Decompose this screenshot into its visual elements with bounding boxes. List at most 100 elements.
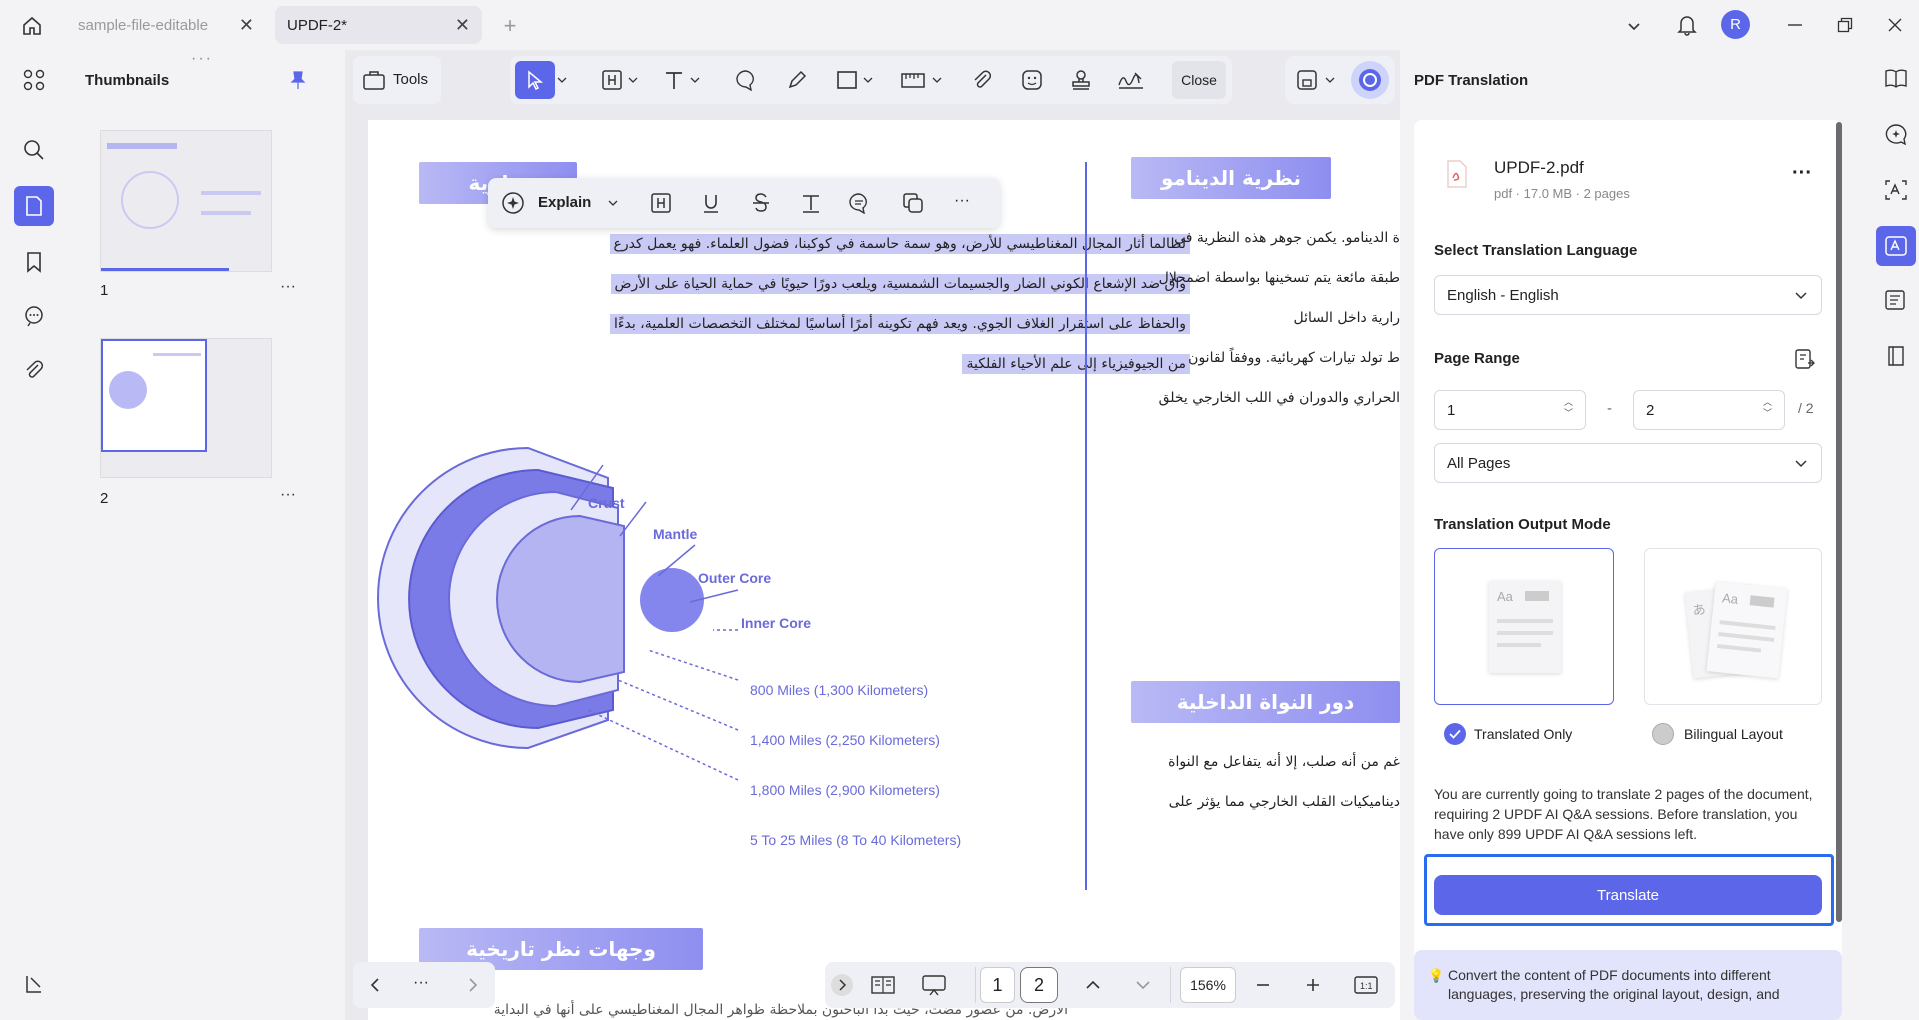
select-cursor-icon[interactable]: [515, 61, 555, 99]
chevron-up-icon[interactable]: [1080, 972, 1106, 998]
translate-icon[interactable]: [1876, 226, 1916, 266]
more-icon[interactable]: ···: [954, 192, 970, 210]
form-icon[interactable]: [1880, 284, 1912, 316]
tip-text: Convert the content of PDF documents int…: [1448, 967, 1780, 1002]
more-icon[interactable]: ···: [413, 974, 429, 992]
comment-icon[interactable]: [732, 66, 760, 94]
copy-icon[interactable]: [900, 190, 926, 216]
page-thumbnail-1[interactable]: [100, 130, 272, 272]
comments-icon[interactable]: [18, 300, 50, 332]
chevron-down-icon[interactable]: [606, 191, 620, 215]
page-thumbnail-2[interactable]: [100, 338, 272, 478]
chevron-left-icon[interactable]: [363, 972, 387, 998]
file-more-icon[interactable]: ···: [1792, 162, 1812, 185]
tab-updf-2[interactable]: UPDF-2* ✕: [275, 6, 482, 44]
selected-text-line[interactable]: واق ضد الإشعاع الكوني الضار والجسيمات ال…: [610, 274, 1190, 294]
home-icon[interactable]: [18, 12, 46, 40]
range-from-input[interactable]: 1 ︿ ﹀: [1434, 390, 1586, 430]
chevron-down-icon[interactable]: [688, 68, 702, 92]
more-icon[interactable]: ···: [280, 486, 296, 504]
chevron-down-icon[interactable]: [1620, 12, 1648, 40]
translate-button[interactable]: Translate: [1434, 875, 1822, 915]
actual-size-icon[interactable]: 1:1: [1352, 972, 1380, 998]
pages-select[interactable]: All Pages: [1434, 443, 1822, 483]
strikethrough-icon[interactable]: [748, 190, 774, 216]
selected-text-line[interactable]: لطالما أثار المجال المغناطيسي للأرض، وهو…: [609, 234, 1190, 254]
chevron-down-icon[interactable]: [626, 68, 640, 92]
ai-assistant-icon[interactable]: [1351, 61, 1389, 99]
stepper-icon[interactable]: ︿ ﹀: [1763, 397, 1772, 419]
zoom-in-icon[interactable]: [1300, 972, 1326, 998]
signature-icon[interactable]: [1115, 66, 1147, 94]
bookmark-icon[interactable]: [18, 246, 50, 278]
pen-icon[interactable]: [783, 66, 811, 94]
chevron-down-icon[interactable]: [1323, 68, 1337, 92]
highlight-icon[interactable]: [648, 190, 674, 216]
restore-icon[interactable]: [1830, 10, 1860, 40]
text-box-icon[interactable]: [798, 190, 824, 216]
close-tab-icon[interactable]: ✕: [239, 15, 254, 36]
close-tab-icon[interactable]: ✕: [455, 15, 470, 36]
avatar[interactable]: R: [1721, 10, 1750, 39]
explain-label[interactable]: Explain: [538, 194, 591, 211]
page-layout-icon[interactable]: [869, 972, 897, 998]
close-window-icon[interactable]: [1880, 10, 1910, 40]
translated-only-option[interactable]: Aa: [1434, 548, 1614, 705]
distance-label: 1,800 Miles (2,900 Kilometers): [750, 782, 940, 798]
text-icon[interactable]: [660, 66, 688, 94]
minimize-icon[interactable]: [1780, 10, 1810, 40]
chevron-right-icon[interactable]: [831, 974, 853, 996]
zoom-input[interactable]: 156%: [1180, 967, 1236, 1003]
language-select[interactable]: English - English: [1434, 275, 1822, 315]
diagram-label: Crust: [588, 495, 625, 511]
translated-only-radio[interactable]: [1444, 723, 1466, 745]
bell-icon[interactable]: [1672, 10, 1702, 40]
bilingual-layout-option[interactable]: あ Aa: [1644, 548, 1822, 705]
underline-icon[interactable]: [698, 190, 724, 216]
range-to: 2: [1646, 401, 1655, 419]
pin-icon[interactable]: [286, 68, 310, 92]
zoom-out-icon[interactable]: [1250, 972, 1276, 998]
chevron-down-icon[interactable]: [930, 68, 944, 92]
close-button[interactable]: Close: [1172, 61, 1226, 99]
info-text: You are currently going to translate 2 p…: [1434, 786, 1813, 842]
tab-sample-file[interactable]: sample-file-editable ✕: [66, 6, 266, 44]
read-mode-icon[interactable]: [1880, 62, 1912, 94]
ocr-icon[interactable]: [1880, 174, 1912, 206]
thumbnails-icon[interactable]: [14, 186, 54, 226]
sticker-icon[interactable]: [1018, 66, 1046, 94]
new-tab-icon[interactable]: +: [496, 12, 524, 40]
rectangle-icon[interactable]: [833, 66, 861, 94]
chevron-down-icon[interactable]: [1130, 972, 1156, 998]
scrollbar[interactable]: [1836, 122, 1842, 922]
presentation-icon[interactable]: [919, 972, 949, 998]
page-input[interactable]: 1: [980, 967, 1015, 1003]
chevron-down-icon: [1795, 460, 1807, 468]
bilingual-layout-radio[interactable]: [1652, 723, 1674, 745]
attachment-icon[interactable]: [18, 354, 50, 386]
comment-icon[interactable]: [846, 190, 872, 216]
page-2-button[interactable]: 2: [1020, 967, 1058, 1003]
chevron-right-icon[interactable]: [461, 972, 485, 998]
attach-file-icon[interactable]: [968, 66, 996, 94]
tools-button[interactable]: Tools: [353, 56, 441, 104]
selected-text-line[interactable]: والحفاظ على استقرار الغلاف الجوي. ويعد ف…: [610, 314, 1190, 334]
ai-explain-icon[interactable]: [500, 190, 526, 216]
measure-icon[interactable]: [897, 66, 929, 94]
grid-icon[interactable]: [18, 64, 50, 96]
chevron-down-icon[interactable]: [861, 68, 875, 92]
chevron-down-icon[interactable]: [555, 68, 569, 92]
thumbnails-title: Thumbnails: [85, 72, 170, 89]
stamp-icon[interactable]: [1067, 66, 1095, 94]
drag-handle[interactable]: ···: [191, 50, 213, 68]
save-icon[interactable]: [1293, 66, 1321, 94]
range-to-input[interactable]: 2 ︿ ﹀: [1633, 390, 1785, 430]
search-icon[interactable]: [18, 134, 50, 166]
layers-icon[interactable]: [18, 968, 50, 1000]
more-icon[interactable]: ···: [280, 278, 296, 296]
stepper-icon[interactable]: ︿ ﹀: [1564, 397, 1573, 419]
highlight-box-icon[interactable]: [598, 66, 626, 94]
book-icon[interactable]: [1880, 340, 1912, 372]
ai-chat-icon[interactable]: [1880, 118, 1912, 150]
page-range-settings-icon[interactable]: [1790, 344, 1820, 374]
